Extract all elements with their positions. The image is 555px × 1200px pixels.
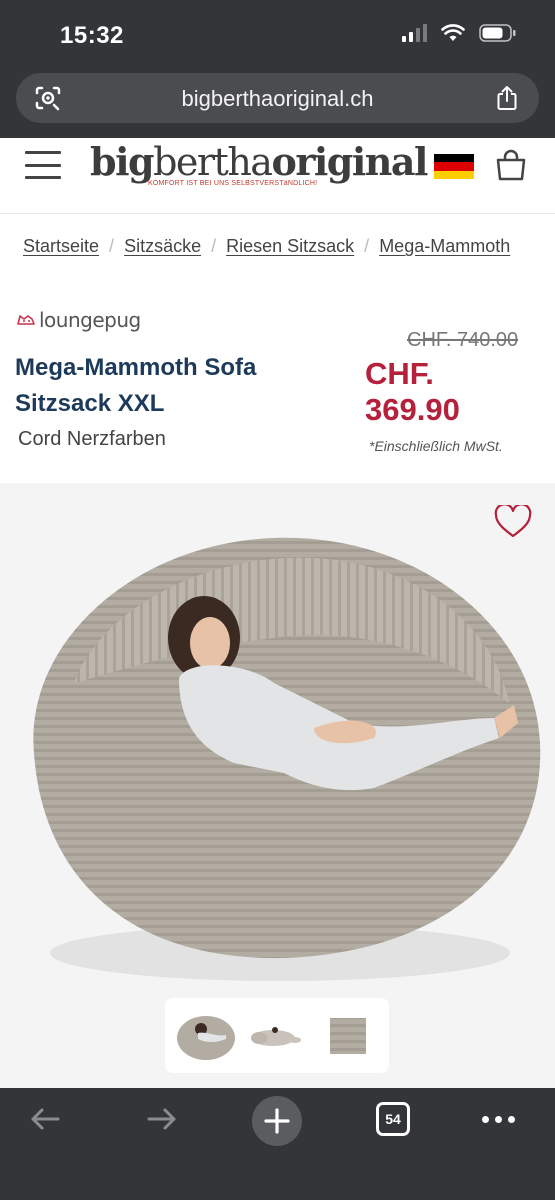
- plus-icon: [264, 1108, 290, 1134]
- url-text[interactable]: bigberthaoriginal.ch: [16, 86, 539, 112]
- breadcrumb-separator: /: [211, 236, 217, 256]
- site-header: bigberthaoriginal KOMFORT IST BEI UNS SE…: [0, 138, 555, 214]
- product-image-beanbag[interactable]: [14, 533, 542, 993]
- site-logo[interactable]: bigberthaoriginal KOMFORT IST BEI UNS SE…: [90, 138, 428, 187]
- battery-icon: [479, 24, 516, 42]
- product-gallery: [0, 483, 555, 1088]
- browser-toolbar: 54: [0, 1088, 555, 1200]
- forward-arrow-icon[interactable]: [145, 1102, 179, 1136]
- breadcrumb-separator: /: [364, 236, 370, 256]
- product-title: Mega-Mammoth Sofa Sitzsack XXL: [15, 354, 257, 417]
- thumbnail-3[interactable]: [317, 1008, 379, 1064]
- status-bar: 15:32: [0, 0, 555, 68]
- old-price: CHF. 740.00: [407, 329, 519, 351]
- logo-bertha: bertha: [153, 140, 273, 184]
- thumbnail-1[interactable]: [175, 1008, 237, 1064]
- thumbnail-2[interactable]: [246, 1008, 308, 1064]
- status-time: 15:32: [60, 22, 124, 49]
- product-variant: Cord Nerzfarben: [18, 428, 166, 450]
- breadcrumb-riesen-sitzsack[interactable]: Riesen Sitzsack: [226, 236, 354, 256]
- menu-icon[interactable]: [25, 151, 61, 179]
- signal-icon: [402, 24, 427, 42]
- brand-name: loungepug: [39, 308, 141, 332]
- german-flag-icon[interactable]: [434, 154, 474, 179]
- sale-price: CHF. 369.90: [365, 356, 460, 427]
- thumbnail-strip: [165, 998, 389, 1073]
- brand-logo: loungepug: [16, 308, 141, 332]
- web-page: bigberthaoriginal KOMFORT IST BEI UNS SE…: [0, 138, 555, 1088]
- breadcrumb-sitzsaecke[interactable]: Sitzsäcke: [124, 236, 201, 256]
- more-menu-icon[interactable]: [482, 1116, 515, 1123]
- breadcrumb-mega-mammoth[interactable]: Mega-Mammoth: [379, 236, 510, 256]
- vat-note: *Einschließlich MwSt.: [369, 438, 503, 454]
- wifi-icon: [441, 24, 465, 41]
- breadcrumb: Startseite / Sitzsäcke / Riesen Sitzsack / Meg…: [23, 236, 510, 257]
- tab-switcher-button[interactable]: 54: [376, 1102, 410, 1136]
- share-icon[interactable]: [495, 85, 519, 111]
- logo-original: original: [271, 139, 428, 184]
- logo-tagline: KOMFORT IST BEI UNS SELBSTVERSTäNDLICH!: [148, 180, 318, 187]
- back-arrow-icon[interactable]: [28, 1102, 62, 1136]
- shopping-bag-icon[interactable]: [494, 148, 528, 182]
- breadcrumb-separator: /: [109, 236, 115, 256]
- logo-big: big: [90, 139, 155, 184]
- pug-icon: [17, 315, 35, 325]
- status-icons: [402, 24, 517, 42]
- breadcrumb-home[interactable]: Startseite: [23, 236, 99, 256]
- address-bar[interactable]: bigberthaoriginal.ch: [16, 73, 539, 123]
- new-tab-button[interactable]: [252, 1096, 302, 1146]
